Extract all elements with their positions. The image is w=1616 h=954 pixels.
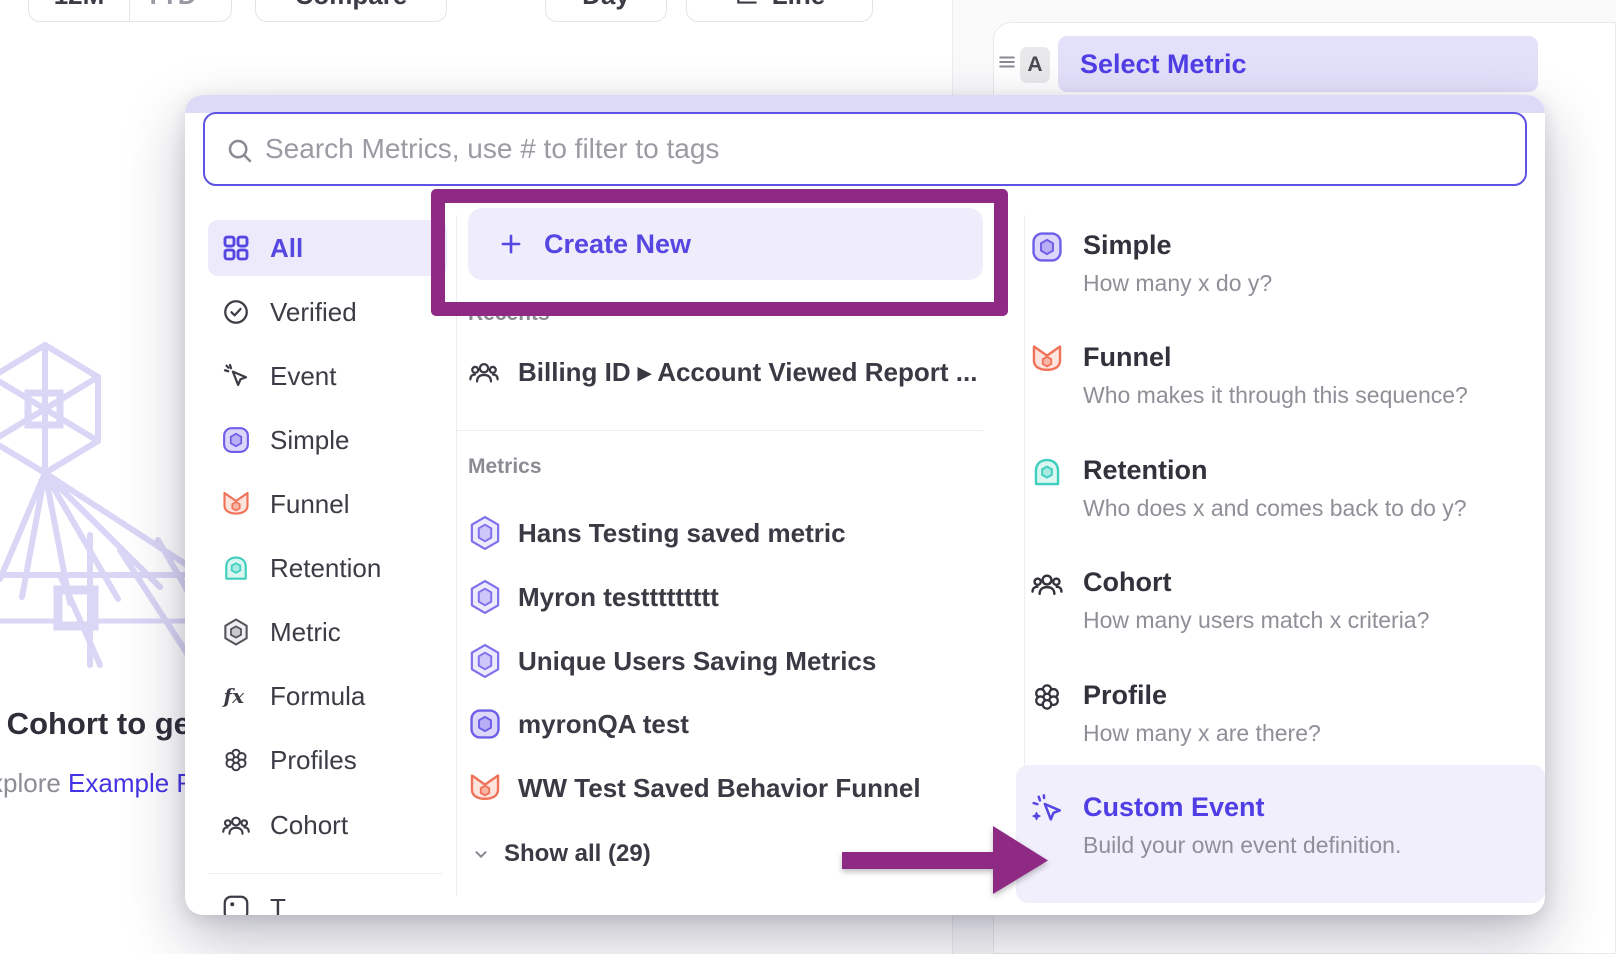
annotation-arrow [838,818,1050,896]
retention-icon [221,553,251,583]
show-all-button[interactable]: Show all (29) [470,840,651,868]
metric-search-box[interactable] [203,112,1527,186]
select-metric-button[interactable]: Select Metric [1058,36,1538,92]
funnel-icon [1030,342,1064,376]
cohort-icon [221,810,251,840]
sidebar-item-verified[interactable]: Verified [208,284,447,340]
svg-text:fx: fx [222,684,246,708]
sidebar-item-metric[interactable]: Metric [208,604,447,660]
grid-icon [221,233,251,263]
annotation-box [431,189,1008,316]
cohort-icon [468,354,502,390]
recents-divider [456,430,983,431]
chart-type-line-button[interactable]: Line [686,0,873,22]
event-cursor-icon [221,361,251,391]
funnel-icon [221,489,251,519]
profiles-icon [1030,680,1064,714]
retention-icon [1030,455,1064,489]
metric-hexagon-icon [468,643,502,679]
metrics-header: Metrics [468,455,542,479]
cohort-icon [1030,567,1064,601]
dialog-top-strip [185,95,1545,113]
metric-item-ww-test-funnel[interactable]: WW Test Saved Behavior Funnel [468,760,978,816]
sidebar-divider [208,873,442,874]
metric-item-hans-testing[interactable]: Hans Testing saved metric [468,505,978,561]
sidebar-item-cohort[interactable]: Cohort [208,797,447,853]
formula-icon: fx [221,681,251,711]
sidebar-item-formula[interactable]: fx Formula [208,668,447,724]
sidebar-column-divider [456,215,457,895]
metric-hexagon-icon [221,617,251,647]
verified-badge-icon [221,297,251,327]
metric-hexagon-icon [468,579,502,615]
compare-button[interactable]: Compare [255,0,447,22]
line-chart-icon [734,0,760,8]
metric-hexagon-icon [468,515,502,551]
search-icon [225,136,255,166]
metric-series-badge: A [1020,47,1050,83]
range-ytd-button[interactable]: YTD [129,0,231,21]
empty-state-wireframe-illustration [0,335,190,680]
chevron-down-icon [470,843,492,865]
funnel-icon [468,770,502,806]
drag-handle-icon[interactable] [998,54,1016,75]
range-12m-button[interactable]: 12M [29,0,129,21]
simple-metric-icon [221,425,251,455]
simple-metric-icon [468,706,502,742]
search-input[interactable] [265,116,1505,182]
recent-item-billing-id[interactable]: Billing ID ▸ Account Viewed Report ... [468,344,978,400]
sidebar-item-partial[interactable]: T [208,893,447,915]
metric-item-myronqa-test[interactable]: myronQA test [468,696,978,752]
sidebar-item-all[interactable]: All [208,220,447,276]
metric-item-unique-users[interactable]: Unique Users Saving Metrics [468,633,978,689]
sidebar-item-event[interactable]: Event [208,348,447,404]
tag-icon [221,893,251,915]
simple-metric-icon [1030,230,1064,264]
sidebar-item-funnel[interactable]: Funnel [208,476,447,532]
sidebar-item-profiles[interactable]: Profiles [208,732,447,788]
sidebar-item-retention[interactable]: Retention [208,540,447,596]
interval-day-button[interactable]: Day [545,0,667,22]
profiles-icon [221,745,251,775]
sidebar-item-simple[interactable]: Simple [208,412,447,468]
metric-item-myron-test[interactable]: Myron testtttttttt [468,569,978,625]
date-range-group[interactable]: 12M YTD [28,0,232,22]
